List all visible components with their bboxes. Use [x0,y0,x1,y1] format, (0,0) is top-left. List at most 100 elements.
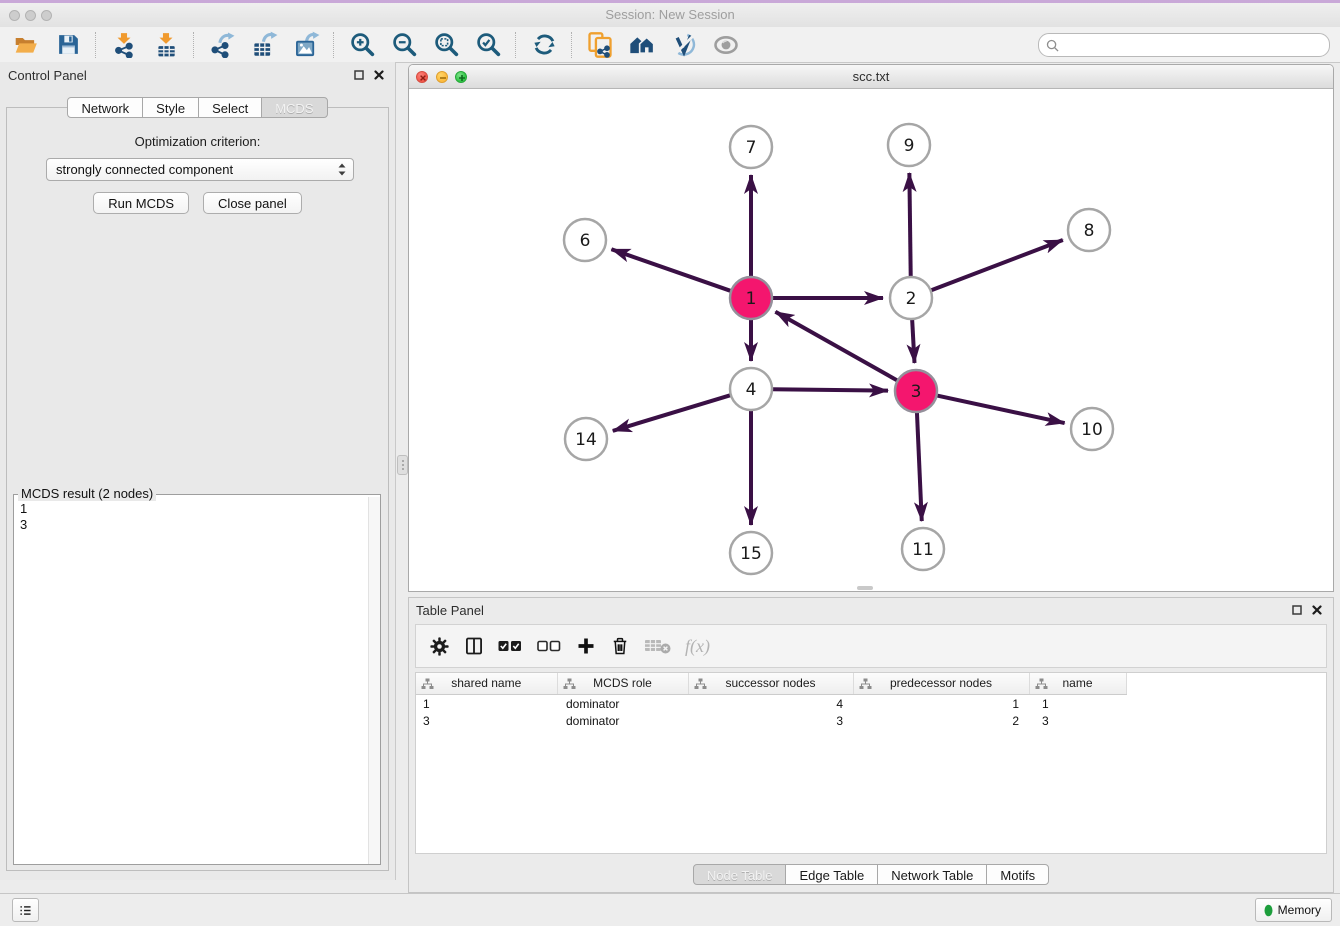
export-network-button[interactable] [204,30,240,60]
table-cell[interactable]: 3 [416,712,557,729]
mcds-result-item[interactable]: 3 [20,517,362,533]
column-header-shared-name[interactable]: shared name [416,673,557,695]
zoom-out-button[interactable] [386,30,422,60]
delete-table-button[interactable] [644,631,671,661]
tab-network-table[interactable]: Network Table [877,864,987,885]
create-column-button[interactable] [576,631,596,661]
criterion-select[interactable]: strongly connected component [46,158,354,181]
export-image-button[interactable] [288,30,324,60]
save-session-button[interactable] [50,30,86,60]
tab-node-table[interactable]: Node Table [693,864,787,885]
delete-table-icon [644,637,671,655]
network-window-titlebar: scc.txt [409,65,1333,89]
nested-network-view-button[interactable] [624,30,660,60]
search-field [1038,33,1330,57]
unselect-all-columns-button[interactable] [537,631,562,661]
show-hide-panel-button[interactable] [708,30,744,60]
graph-edge-4-14[interactable] [613,395,731,431]
import-network-button[interactable] [106,30,142,60]
tab-network[interactable]: Network [67,97,143,118]
column-type-icon [859,678,872,690]
select-all-columns-button[interactable] [498,631,523,661]
network-view-window: scc.txt 1234678910111415 [408,64,1334,592]
toggle-graphics-details-button[interactable] [666,30,702,60]
mcds-result-list[interactable]: 13 [14,497,368,864]
table-cell[interactable]: 2 [853,712,1029,729]
close-table-panel-icon[interactable] [1309,603,1325,617]
table-cell[interactable]: 1 [853,695,1029,713]
tab-style[interactable]: Style [142,97,199,118]
graph-edge-3-1[interactable] [775,312,897,381]
table-cell[interactable]: 4 [688,695,853,713]
export-table-button[interactable] [246,30,282,60]
toolbar-separator [95,32,97,58]
column-type-icon [421,678,434,690]
graph-edge-3-10[interactable] [937,395,1065,423]
graph-edge-2-3[interactable] [912,319,914,363]
tab-motifs[interactable]: Motifs [986,864,1049,885]
float-panel-icon[interactable] [351,68,367,82]
graph-edge-4-3[interactable] [772,389,888,390]
select-chevrons-icon [338,163,346,176]
tab-select[interactable]: Select [198,97,262,118]
column-type-icon [694,678,707,690]
network-canvas[interactable]: 1234678910111415 [409,89,1333,591]
search-input[interactable] [1059,37,1329,53]
zoom-fit-button[interactable] [428,30,464,60]
graph-edge-2-8[interactable] [931,240,1063,291]
column-header-name[interactable]: name [1029,673,1126,695]
import-table-button[interactable] [148,30,184,60]
duplicate-network-view-button[interactable] [582,30,618,60]
close-panel-button[interactable]: Close panel [203,192,302,214]
panel-splitter-handle[interactable] [397,455,408,475]
window-title: Session: New Session [0,7,1340,22]
table-cell[interactable]: 1 [416,695,557,713]
task-history-button[interactable] [12,898,39,922]
run-mcds-button[interactable]: Run MCDS [93,192,189,214]
table-row-1[interactable]: 3dominator323 [416,712,1126,729]
graph-node-label-2: 2 [906,289,917,309]
toolbar-separator [333,32,335,58]
table-cell[interactable]: 3 [1029,712,1126,729]
column-header-successor-nodes[interactable]: successor nodes [688,673,853,695]
toolbar-separator [193,32,195,58]
zoom-selected-button[interactable] [470,30,506,60]
memory-button-label: Memory [1278,903,1321,917]
optimization-criterion-label: Optimization criterion: [7,134,388,149]
graph-edge-2-9[interactable] [909,173,910,277]
canvas-scroll-nub[interactable] [857,586,873,590]
table-cell[interactable]: dominator [557,712,688,729]
graph-edge-3-11[interactable] [917,412,922,521]
task-list-icon [19,903,32,918]
tab-edge-table[interactable]: Edge Table [785,864,878,885]
graph-node-label-7: 7 [746,138,757,158]
delete-columns-button[interactable] [610,631,630,661]
refresh-icon [531,31,558,58]
result-scrollbar[interactable] [368,497,380,864]
function-builder-button[interactable]: f(x) [685,631,710,661]
zoom-in-button[interactable] [344,30,380,60]
close-panel-icon[interactable] [371,68,387,82]
table-cell[interactable]: 3 [688,712,853,729]
open-session-button[interactable] [8,30,44,60]
tab-mcds[interactable]: MCDS [261,97,327,118]
export-image-icon [293,31,320,58]
show-column-panel-button[interactable] [464,631,484,661]
float-table-panel-icon[interactable] [1289,603,1305,617]
refresh-view-button[interactable] [526,30,562,60]
memory-button[interactable]: Memory [1255,898,1332,922]
table-row-0[interactable]: 1dominator411 [416,695,1126,713]
graph-node-label-14: 14 [575,430,597,450]
column-header-predecessor-nodes[interactable]: predecessor nodes [853,673,1029,695]
network-graph[interactable]: 1234678910111415 [409,89,1333,591]
open-folder-icon [13,32,39,58]
table-settings-button[interactable] [429,631,450,661]
graph-node-label-11: 11 [912,540,934,560]
column-header-MCDS-role[interactable]: MCDS role [557,673,688,695]
table-cell[interactable]: dominator [557,695,688,713]
search-icon [1046,39,1059,52]
graph-edge-1-6[interactable] [611,249,731,291]
table-cell[interactable]: 1 [1029,695,1126,713]
criterion-selected-value: strongly connected component [47,162,338,177]
mcds-result-item[interactable]: 1 [20,501,362,517]
